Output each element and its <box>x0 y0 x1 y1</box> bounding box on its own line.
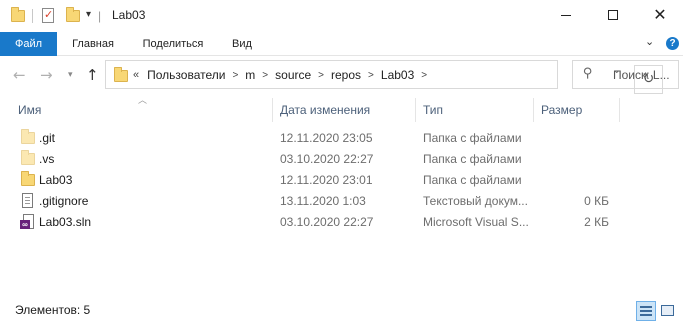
list-item[interactable]: .gitignore 13.11.2020 1:03 Текстовый док… <box>0 191 620 211</box>
large-icons-view-button[interactable] <box>658 301 678 321</box>
maximize-button[interactable] <box>590 0 636 30</box>
tab-view[interactable]: Вид <box>222 32 262 56</box>
properties-icon[interactable]: ✓ <box>42 8 54 23</box>
ribbon: Файл Главная Поделиться Вид ⌄ ? <box>0 32 683 56</box>
file-name: Lab03 <box>39 173 73 187</box>
file-type: Папка с файлами <box>423 173 522 187</box>
up-arrow-icon[interactable]: ↑ <box>86 66 99 84</box>
file-size: 0 КБ <box>584 194 609 208</box>
file-name: Lab03.sln <box>39 215 92 229</box>
column-divider[interactable] <box>415 98 416 122</box>
breadcrumb-item[interactable]: source <box>271 68 315 82</box>
column-header-date[interactable]: Дата изменения <box>280 103 370 117</box>
search-icon: ⚲ <box>583 66 593 81</box>
list-item[interactable]: ∞ Lab03.sln 03.10.2020 22:27 Microsoft V… <box>0 212 620 232</box>
list-item[interactable]: Lab03 12.11.2020 23:01 Папка с файлами <box>0 170 620 190</box>
column-divider[interactable] <box>533 98 534 122</box>
column-divider[interactable] <box>619 98 620 122</box>
file-date: 03.10.2020 22:27 <box>280 152 374 166</box>
breadcrumb-item[interactable]: m <box>241 68 259 82</box>
chevron-right-icon[interactable]: > <box>259 70 271 81</box>
search-box[interactable]: ⚲ Поиск: L... <box>572 60 679 89</box>
folder-icon <box>21 150 35 165</box>
title-bar: ✓ ▾ | Lab03 ✕ <box>0 0 683 32</box>
file-date: 03.10.2020 22:27 <box>280 215 374 229</box>
tab-home[interactable]: Главная <box>62 32 124 56</box>
title-separator: | <box>98 9 102 23</box>
file-type: Папка с файлами <box>423 152 522 166</box>
tab-file[interactable]: Файл <box>0 32 57 56</box>
file-date: 12.11.2020 23:05 <box>280 131 373 145</box>
chevron-right-icon[interactable]: > <box>418 70 430 81</box>
recent-locations-icon[interactable]: ▾ <box>68 70 73 80</box>
file-date: 12.11.2020 23:01 <box>280 173 373 187</box>
column-divider[interactable] <box>272 98 273 122</box>
minimize-button[interactable] <box>543 0 589 30</box>
file-size: 2 КБ <box>584 215 609 229</box>
breadcrumb-item[interactable]: repos <box>327 68 365 82</box>
column-header-size[interactable]: Размер <box>541 103 582 117</box>
close-icon: ✕ <box>653 5 667 24</box>
address-bar[interactable]: « Пользователи > m > source > repos > La… <box>105 60 663 94</box>
file-type: Папка с файлами <box>423 131 522 145</box>
folder-icon <box>21 171 35 186</box>
vs-solution-icon: ∞ <box>20 214 34 229</box>
forward-arrow-icon[interactable]: → <box>40 66 53 84</box>
tab-share[interactable]: Поделиться <box>134 32 212 56</box>
expand-ribbon-icon[interactable]: ⌄ <box>645 35 654 48</box>
chevron-right-icon[interactable]: > <box>315 70 327 81</box>
file-name: .vs <box>39 152 55 166</box>
text-file-icon <box>22 193 33 208</box>
folder-icon <box>114 67 128 82</box>
back-arrow-icon[interactable]: ← <box>13 66 26 84</box>
breadcrumb: « Пользователи > m > source > repos > La… <box>133 68 430 82</box>
hidden-path-indicator[interactable]: « <box>133 69 143 81</box>
file-name: .gitignore <box>39 194 89 208</box>
chevron-right-icon[interactable]: > <box>229 70 241 81</box>
list-item[interactable]: .vs 03.10.2020 22:27 Папка с файлами <box>0 149 620 169</box>
divider <box>32 9 33 23</box>
chevron-right-icon[interactable]: > <box>365 70 377 81</box>
navigation-bar: ← → ▾ ↑ « Пользователи > m > source > re… <box>0 56 683 96</box>
item-count: Элементов: 5 <box>15 303 91 317</box>
folder-icon[interactable] <box>11 7 25 22</box>
maximize-icon <box>608 10 618 20</box>
customize-quick-access-icon[interactable]: ▾ <box>86 9 91 20</box>
close-button[interactable]: ✕ <box>637 0 683 30</box>
list-item[interactable]: .git 12.11.2020 23:05 Папка с файлами <box>0 128 620 148</box>
new-folder-icon[interactable] <box>66 7 80 22</box>
minimize-icon <box>561 14 571 16</box>
search-input[interactable]: Поиск: L... <box>613 68 670 82</box>
file-date: 13.11.2020 1:03 <box>280 194 366 208</box>
column-headers: Имя Дата изменения Тип Размер <box>0 98 683 122</box>
file-type: Текстовый докум... <box>423 194 528 208</box>
column-header-type[interactable]: Тип <box>423 103 443 117</box>
folder-icon <box>21 129 35 144</box>
window-title: Lab03 <box>112 8 146 22</box>
details-view-button[interactable] <box>636 301 656 321</box>
file-name: .git <box>39 131 56 145</box>
column-header-name[interactable]: Имя <box>18 103 41 117</box>
breadcrumb-item[interactable]: Lab03 <box>377 68 418 82</box>
help-icon[interactable]: ? <box>666 37 679 50</box>
file-type: Microsoft Visual S... <box>423 215 529 229</box>
breadcrumb-item[interactable]: Пользователи <box>143 68 229 82</box>
